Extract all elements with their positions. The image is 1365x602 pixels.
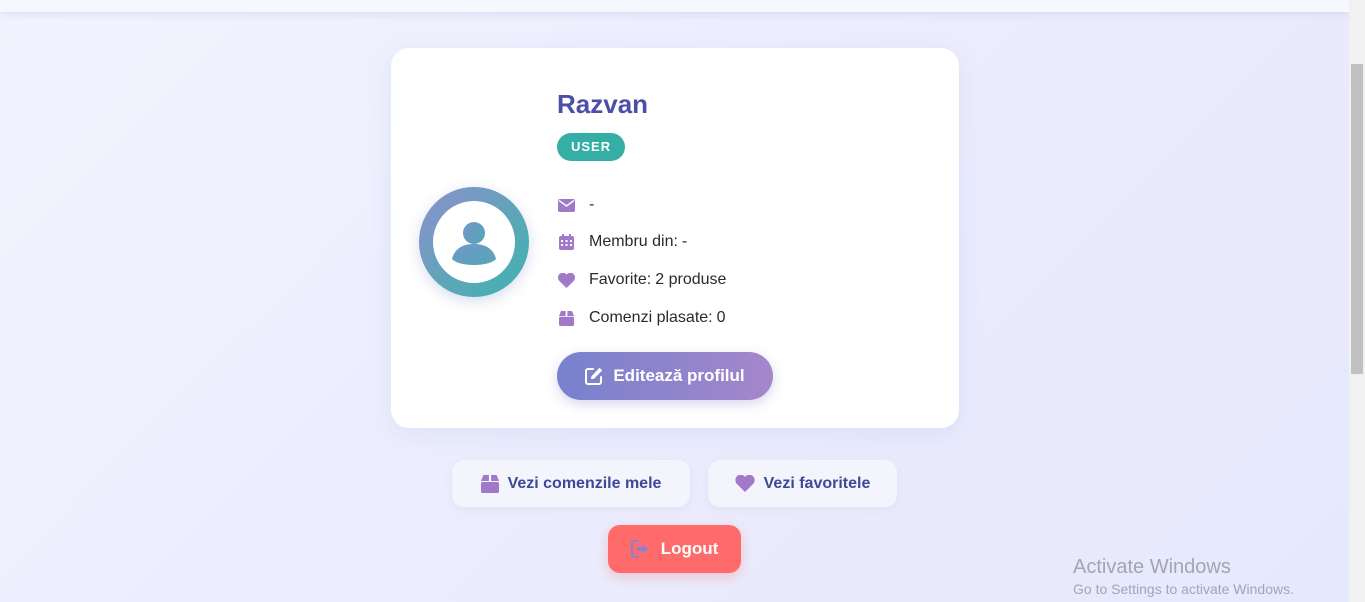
member-since-value: - [681, 233, 688, 250]
role-badge: USER [557, 133, 626, 161]
edit-icon [585, 367, 603, 385]
envelope-icon [557, 196, 575, 214]
orders-value: 0 [716, 309, 726, 326]
top-navbar [0, 0, 1349, 12]
email-value: - [589, 196, 595, 213]
favorites-label: Favorite: [589, 271, 652, 288]
watermark-subtitle: Go to Settings to activate Windows. [1073, 581, 1294, 597]
edit-profile-button[interactable]: Editează profilul [557, 352, 773, 400]
view-orders-button[interactable]: Vezi comenzile mele [452, 460, 690, 507]
calendar-icon [557, 233, 575, 251]
view-favorites-label: Vezi favoritele [763, 474, 871, 492]
box-icon [557, 309, 575, 327]
view-orders-label: Vezi comenzile mele [507, 474, 662, 492]
user-circle-icon [452, 222, 496, 265]
watermark-title: Activate Windows [1073, 556, 1231, 578]
orders-label: Comenzi plasate: [589, 309, 713, 326]
logout-label: Logout [660, 539, 719, 558]
heart-icon [557, 271, 575, 289]
profile-name: Razvan [557, 89, 649, 119]
member-since-row: Membru din: - [557, 232, 687, 252]
view-favorites-button[interactable]: Vezi favoritele [708, 460, 897, 507]
sign-out-icon [630, 540, 651, 558]
scrollbar-thumb[interactable] [1351, 64, 1363, 374]
member-since-label: Membru din: [589, 233, 678, 250]
email-row: - [557, 195, 594, 215]
box-icon [480, 474, 499, 493]
orders-row: Comenzi plasate: 0 [557, 308, 726, 328]
logout-button[interactable]: Logout [608, 525, 741, 573]
edit-profile-label: Editează profilul [613, 366, 745, 385]
heart-icon [735, 475, 755, 492]
avatar [419, 187, 529, 297]
favorites-value: 2 produse [655, 271, 727, 288]
vertical-scrollbar[interactable] [1349, 0, 1365, 602]
avatar-inner [433, 201, 515, 283]
profile-card: Razvan USER - Membru din: - Favorite: 2 … [391, 48, 959, 428]
favorites-row: Favorite: 2 produse [557, 270, 726, 290]
windows-activation-watermark: Activate Windows Go to Settings to activ… [1073, 555, 1294, 598]
